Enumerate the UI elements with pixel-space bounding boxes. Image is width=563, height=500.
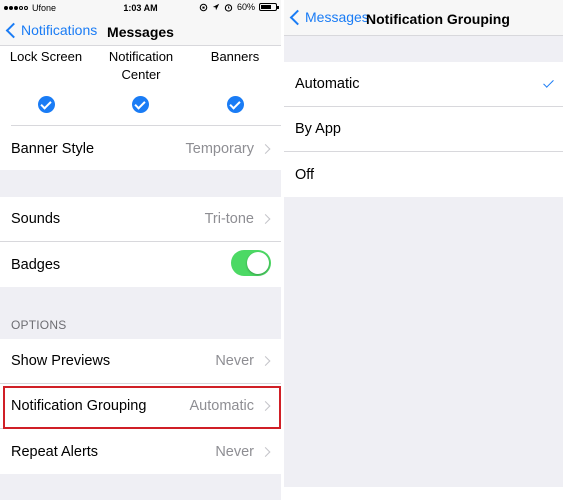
repeat-alerts-row[interactable]: Repeat Alerts Never <box>0 429 281 474</box>
notification-grouping-screen: Messages Notification Grouping Automatic… <box>284 0 563 500</box>
options-section-header: OPTIONS <box>11 318 67 332</box>
alarm-clock-icon <box>224 3 233 12</box>
show-previews-value: Never <box>215 353 254 369</box>
alert-lock-screen-label: Lock Screen <box>9 49 83 64</box>
sounds-row[interactable]: Sounds Tri-tone <box>0 197 281 242</box>
messages-settings-screen: Ufone 1:03 AM 60% Notifications Messages… <box>0 0 281 500</box>
navigation-bar: Messages Notification Grouping <box>284 0 563 36</box>
option-automatic[interactable]: Automatic <box>284 62 563 107</box>
status-bar: Ufone 1:03 AM 60% <box>0 0 281 16</box>
chevron-right-icon <box>260 356 271 366</box>
highlight-box <box>3 386 281 429</box>
option-label: Automatic <box>295 76 360 92</box>
option-off[interactable]: Off <box>284 152 563 197</box>
back-button-messages[interactable]: Messages <box>288 9 369 25</box>
page-title: Messages <box>107 24 174 40</box>
battery-percent: 60% <box>236 2 255 12</box>
lock-screen-check-icon[interactable] <box>38 96 55 113</box>
repeat-alerts-value: Never <box>215 443 254 460</box>
checkmark-icon <box>543 77 554 88</box>
badges-row: Badges <box>0 242 281 287</box>
badges-label: Badges <box>11 256 61 273</box>
battery-icon <box>259 3 279 11</box>
alert-banners-label: Banners <box>210 49 260 64</box>
option-by-app[interactable]: By App <box>284 107 563 152</box>
sounds-label: Sounds <box>11 211 61 227</box>
location-arrow-icon <box>212 3 220 11</box>
option-label: Off <box>295 166 315 183</box>
chevron-right-icon <box>260 214 271 224</box>
back-button-label: Messages <box>305 9 369 25</box>
toggle-knob <box>247 252 269 274</box>
bottom-bar <box>284 487 563 500</box>
repeat-alerts-label: Repeat Alerts <box>11 443 99 460</box>
show-previews-row[interactable]: Show Previews Never <box>0 339 281 384</box>
banner-style-value: Temporary <box>185 140 255 157</box>
show-previews-label: Show Previews <box>11 353 111 369</box>
page-title: Notification Grouping <box>366 11 510 27</box>
notification-center-check-icon[interactable] <box>132 96 149 113</box>
badges-toggle[interactable] <box>231 250 271 276</box>
banner-style-label: Banner Style <box>11 140 95 157</box>
banner-style-row[interactable]: Banner Style Temporary <box>0 126 281 171</box>
option-label: By App <box>295 121 341 137</box>
banners-check-icon[interactable] <box>227 96 244 113</box>
alert-types-group: Lock Screen Notification Center Banners … <box>0 46 281 170</box>
chevron-left-icon <box>289 9 306 25</box>
lock-rotation-icon <box>199 3 208 11</box>
navigation-bar: Notifications Messages <box>0 16 281 46</box>
chevron-right-icon <box>260 143 271 154</box>
alert-notification-center-label: Notification Center <box>108 49 174 82</box>
grouping-options-list: Automatic By App Off <box>284 62 563 197</box>
chevron-right-icon <box>260 446 271 457</box>
sounds-badges-group: Sounds Tri-tone Badges <box>0 197 281 287</box>
sounds-value: Tri-tone <box>204 211 254 227</box>
